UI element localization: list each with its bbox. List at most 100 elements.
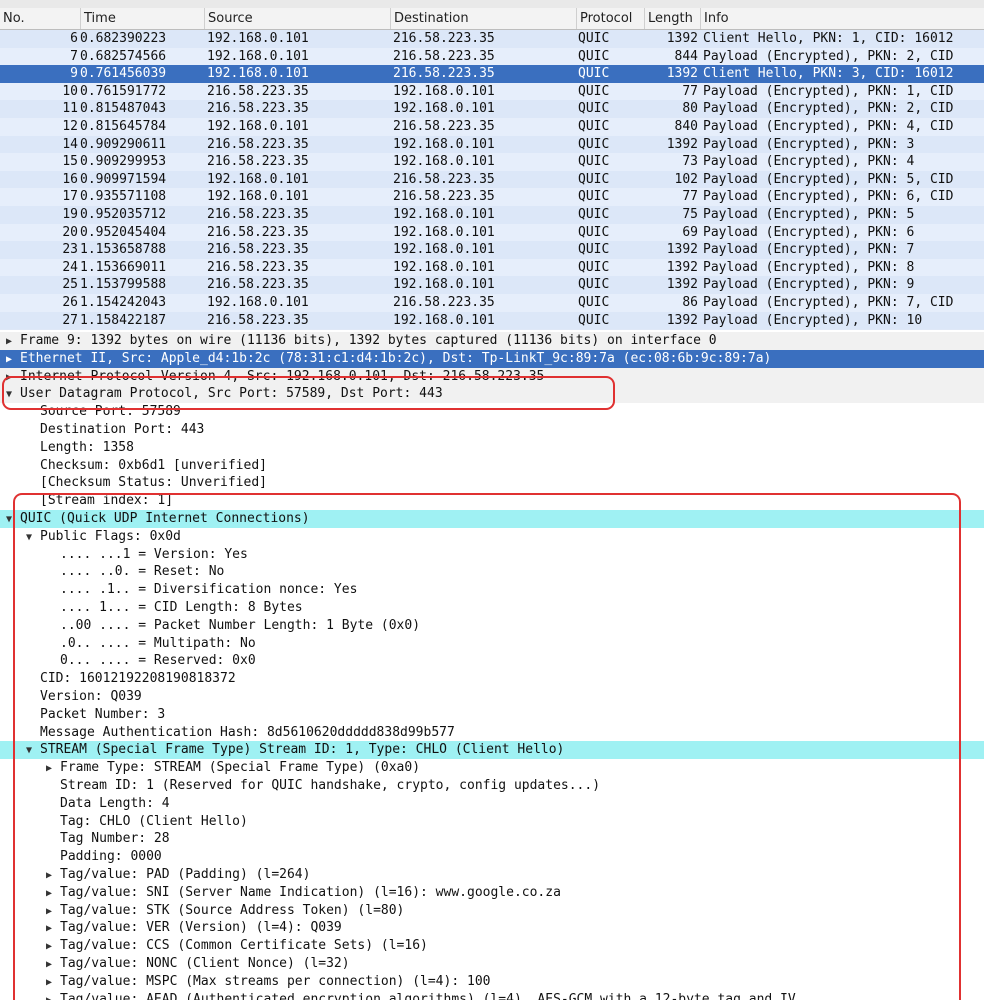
detail-line[interactable]: ▶ Tag/value: CCS (Common Certificate Sets… xyxy=(0,937,984,955)
packet-row[interactable]: 6 0.682390223 192.168.0.101 216.58.223.35 QU… xyxy=(0,30,984,48)
packet-row[interactable]: 16 0.909971594 192.168.0.101 216.58.223.35 Q… xyxy=(0,170,984,189)
packet-row[interactable]: 10 0.761591772 216.58.223.35 192.168.0.101 Q… xyxy=(0,82,984,101)
detail-line[interactable]: [Stream index: 1] xyxy=(0,492,984,510)
detail-line[interactable]: ▼ Public Flags: 0x0d xyxy=(0,528,984,546)
arrow-down-icon[interactable]: ▼ xyxy=(26,529,36,547)
packet-row[interactable]: 9 0.761456039 192.168.0.101 216.58.223.35 QU… xyxy=(0,65,984,83)
arrow-right-icon[interactable]: ▶ xyxy=(46,885,56,903)
packet-cell-info: Payload (Encrypted), PKN: 7 xyxy=(703,242,915,258)
detail-line[interactable]: Message Authentication Hash: 8d5610620dd… xyxy=(0,724,984,742)
arrow-right-icon[interactable]: ▶ xyxy=(46,956,56,974)
detail-line[interactable]: ▶ Frame 9: 1392 bytes on wire (11136 bits… xyxy=(0,332,984,350)
column-header-info[interactable]: Info xyxy=(700,8,984,29)
packet-row[interactable]: 24 1.153669011 216.58.223.35 192.168.0.101 Q… xyxy=(0,258,984,277)
detail-line[interactable]: .... ..0. = Reset: No xyxy=(0,563,984,581)
column-header-destination[interactable]: Destination xyxy=(390,8,576,29)
packet-cell-time: 0.909290611 xyxy=(80,136,167,152)
detail-line[interactable]: Data Length: 4 xyxy=(0,795,984,813)
arrow-right-icon[interactable]: ▶ xyxy=(46,760,56,778)
packet-cell-info: Payload (Encrypted), PKN: 3 xyxy=(703,136,915,152)
detail-line[interactable]: ▼ QUIC (Quick UDP Internet Connections) xyxy=(0,510,984,528)
detail-line[interactable]: ▶ Tag/value: SNI (Server Name Indication)… xyxy=(0,884,984,902)
detail-line[interactable]: Checksum: 0xb6d1 [unverified] xyxy=(0,457,984,475)
column-header-no[interactable]: No. xyxy=(0,8,80,29)
packet-list-pane[interactable]: No. Time Source Destination Protocol Len… xyxy=(0,0,984,330)
packet-cell-info: Payload (Encrypted), PKN: 5 xyxy=(703,206,915,222)
packet-cell-src: 192.168.0.101 xyxy=(207,189,309,205)
detail-line[interactable]: Padding: 0000 xyxy=(0,848,984,866)
column-header-length[interactable]: Length xyxy=(644,8,700,29)
arrow-right-icon[interactable]: ▶ xyxy=(6,351,16,369)
detail-line[interactable]: Tag Number: 28 xyxy=(0,830,984,848)
packet-row[interactable]: 19 0.952035712 216.58.223.35 192.168.0.101 Q… xyxy=(0,205,984,224)
packet-row[interactable]: 27 1.158422187 216.58.223.35 192.168.0.101 Q… xyxy=(0,311,984,330)
arrow-right-icon[interactable]: ▶ xyxy=(46,974,56,992)
packet-cell-src: 192.168.0.101 xyxy=(207,66,309,82)
arrow-right-icon[interactable]: ▶ xyxy=(46,920,56,938)
detail-text: Public Flags: 0x0d xyxy=(40,528,181,544)
packet-cell-src: 192.168.0.101 xyxy=(207,48,309,64)
arrow-right-icon[interactable]: ▶ xyxy=(46,903,56,921)
detail-line[interactable]: Destination Port: 443 xyxy=(0,421,984,439)
detail-line[interactable]: CID: 16012192208190818372 xyxy=(0,670,984,688)
detail-line[interactable]: 0... .... = Reserved: 0x0 xyxy=(0,652,984,670)
packet-row[interactable]: 12 0.815645784 192.168.0.101 216.58.223.35 Q… xyxy=(0,117,984,136)
packet-cell-time: 0.761456039 xyxy=(80,66,167,82)
packet-row[interactable]: 26 1.154242043 192.168.0.101 216.58.223.35 Q… xyxy=(0,293,984,312)
packet-cell-info: Client Hello, PKN: 1, CID: 16012 xyxy=(703,31,954,46)
detail-line[interactable]: ▼ STREAM (Special Frame Type) Stream ID: … xyxy=(0,741,984,760)
packet-cell-len: 1392 xyxy=(666,259,698,275)
detail-line[interactable]: ▶ Frame Type: STREAM (Special Frame Type)… xyxy=(0,759,984,777)
packet-cell-info: Payload (Encrypted), PKN: 7, CID xyxy=(703,294,954,310)
detail-line[interactable]: ▶ Tag/value: VER (Version) (l=4): Q039 xyxy=(0,919,984,937)
detail-line[interactable]: ..00 .... = Packet Number Length: 1 Byte… xyxy=(0,617,984,635)
detail-line[interactable]: ▼ User Datagram Protocol, Src Port: 57589… xyxy=(0,385,984,404)
arrow-right-icon[interactable]: ▶ xyxy=(6,369,16,387)
packet-cell-dst: 192.168.0.101 xyxy=(393,136,495,152)
column-header-protocol[interactable]: Protocol xyxy=(576,8,644,29)
arrow-right-icon[interactable]: ▶ xyxy=(6,333,16,351)
packet-row[interactable]: 25 1.153799588 216.58.223.35 192.168.0.101 Q… xyxy=(0,276,984,294)
detail-line[interactable]: Stream ID: 1 (Reserved for QUIC handshak… xyxy=(0,777,984,795)
detail-line[interactable]: ▶ Internet Protocol Version 4, Src: 192.1… xyxy=(0,367,984,387)
packet-row[interactable]: 20 0.952045404 216.58.223.35 192.168.0.101 Q… xyxy=(0,223,984,242)
arrow-right-icon[interactable]: ▶ xyxy=(46,867,56,885)
packet-cell-len: 1392 xyxy=(666,136,698,152)
detail-line[interactable]: ▶ Ethernet II, Src: Apple_d4:1b:2c (78:31… xyxy=(0,349,984,369)
packet-cell-src: 216.58.223.35 xyxy=(207,277,309,293)
detail-line[interactable]: .... .1.. = Diversification nonce: Yes xyxy=(0,581,984,599)
detail-line[interactable]: .... 1... = CID Length: 8 Bytes xyxy=(0,599,984,617)
packet-cell-proto: QUIC xyxy=(578,101,610,117)
arrow-down-icon[interactable]: ▼ xyxy=(6,511,16,529)
detail-line[interactable]: ▶ Tag/value: MSPC (Max streams per connec… xyxy=(0,973,984,991)
detail-line[interactable]: Source Port: 57589 xyxy=(0,403,984,421)
detail-line[interactable]: Version: Q039 xyxy=(0,688,984,706)
detail-line[interactable]: .... ...1 = Version: Yes xyxy=(0,546,984,564)
detail-line[interactable]: ▶ Tag/value: NONC (Client Nonce) (l=32) xyxy=(0,955,984,973)
detail-line[interactable]: ▶ Tag/value: STK (Source Address Token) (… xyxy=(0,902,984,920)
packet-details-pane[interactable]: ▶ Frame 9: 1392 bytes on wire (11136 bits… xyxy=(0,330,984,1000)
arrow-right-icon[interactable]: ▶ xyxy=(46,992,56,1000)
column-header-source[interactable]: Source xyxy=(204,8,390,29)
detail-line[interactable]: Length: 1358 xyxy=(0,439,984,457)
arrow-down-icon[interactable]: ▼ xyxy=(6,386,16,404)
packet-cell-dst: 216.58.223.35 xyxy=(393,189,495,205)
packet-cell-dst: 216.58.223.35 xyxy=(393,31,495,46)
arrow-right-icon[interactable]: ▶ xyxy=(46,938,56,956)
packet-row[interactable]: 15 0.909299953 216.58.223.35 192.168.0.101 Q… xyxy=(0,153,984,171)
detail-line[interactable]: [Checksum Status: Unverified] xyxy=(0,474,984,492)
detail-line[interactable]: Tag: CHLO (Client Hello) xyxy=(0,813,984,831)
arrow-down-icon[interactable]: ▼ xyxy=(26,742,36,760)
detail-text: Tag/value: MSPC (Max streams per connect… xyxy=(60,973,491,989)
packet-row[interactable]: 11 0.815487043 216.58.223.35 192.168.0.101 Q… xyxy=(0,100,984,118)
detail-line[interactable]: ▶ Tag/value: PAD (Padding) (l=264) xyxy=(0,866,984,884)
packet-row[interactable]: 14 0.909290611 216.58.223.35 192.168.0.101 Q… xyxy=(0,135,984,154)
packet-row[interactable]: 7 0.682574566 192.168.0.101 216.58.223.35 QU… xyxy=(0,47,984,66)
column-header-time[interactable]: Time xyxy=(80,8,204,29)
detail-line[interactable]: ▶ Tag/value: AEAD (Authenticated encrypti… xyxy=(0,991,984,1000)
packet-cell-no: 19 xyxy=(62,206,78,222)
detail-line[interactable]: Packet Number: 3 xyxy=(0,706,984,724)
packet-row[interactable]: 23 1.153658788 216.58.223.35 192.168.0.101 Q… xyxy=(0,241,984,259)
packet-row[interactable]: 17 0.935571108 192.168.0.101 216.58.223.35 Q… xyxy=(0,188,984,206)
detail-line[interactable]: .0.. .... = Multipath: No xyxy=(0,635,984,653)
